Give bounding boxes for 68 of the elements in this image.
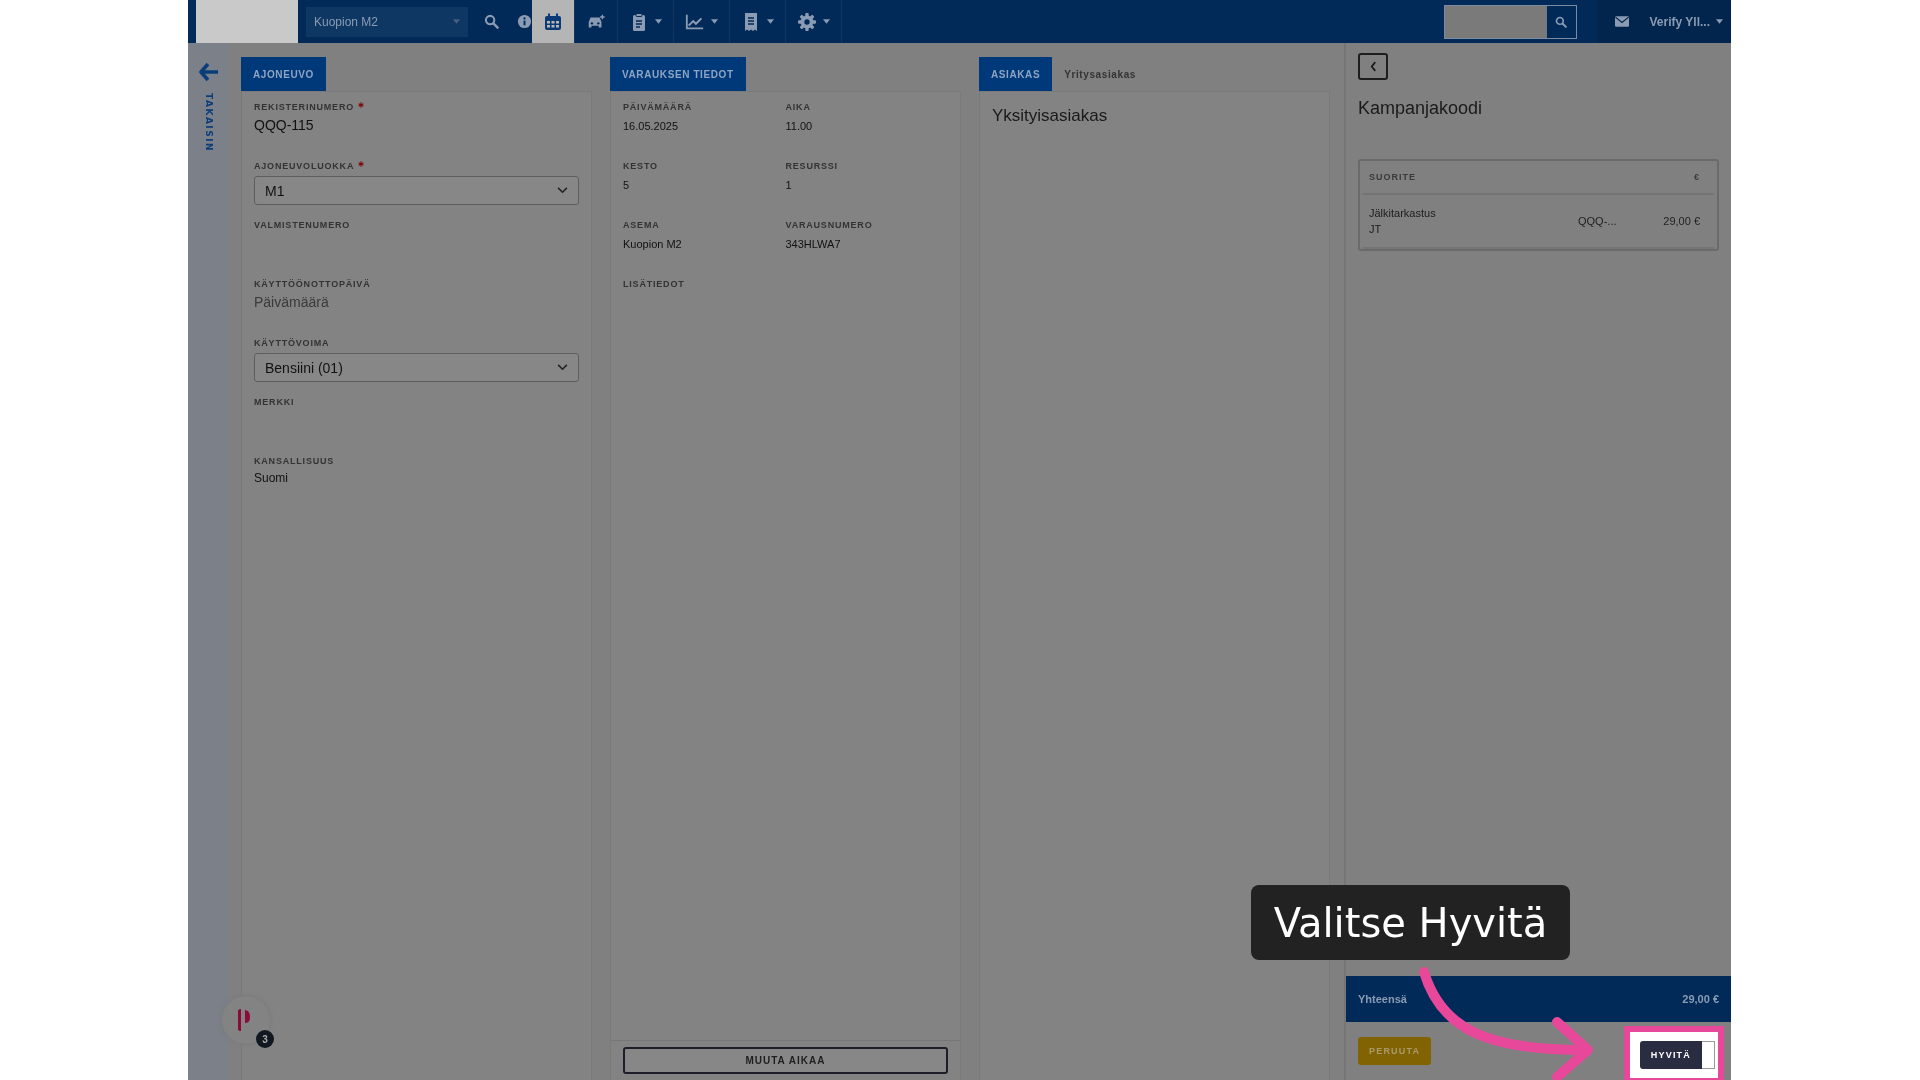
back-label[interactable]: TAKAISIN xyxy=(203,93,214,153)
field-label: KESTO xyxy=(623,161,659,171)
field-value: Kuopion M2 xyxy=(623,238,683,250)
chevron-left-icon xyxy=(1369,61,1377,72)
caret-icon xyxy=(453,19,460,24)
search-field[interactable] xyxy=(1443,4,1577,39)
section-tab[interactable]: AJONEUVO xyxy=(241,57,326,91)
user-menu[interactable]: Verify Yll... xyxy=(1649,14,1723,29)
column-header: € xyxy=(1693,172,1701,182)
field-label: KÄYTTÖVOIMA xyxy=(254,338,330,348)
table-cell-text: 29,00 € xyxy=(1662,215,1701,227)
caret-icon xyxy=(711,19,718,24)
change-time-button[interactable]: MUUTA AIKAA xyxy=(623,1047,948,1074)
customer-tab[interactable]: ASIAKAS xyxy=(979,57,1053,91)
settings-icon xyxy=(797,11,817,32)
field-label: ASEMA xyxy=(623,220,661,230)
field-value: 1 xyxy=(785,179,793,191)
column-header: SUORITE xyxy=(1368,172,1417,182)
notification-badge: 3 xyxy=(256,1030,274,1048)
table-cell-text: JT xyxy=(1369,223,1383,235)
field-label: RESURSSI xyxy=(785,161,839,171)
field-label: MERKKI xyxy=(254,397,295,407)
field-label: VARAUSNUMERO xyxy=(785,220,874,230)
table-cell-text: Jälkitarkastus xyxy=(1369,207,1437,219)
search-icon xyxy=(1555,15,1567,28)
field-label: PÄIVÄMÄÄRÄ xyxy=(623,102,693,112)
refund-button[interactable]: HYVITÄ xyxy=(1639,1041,1702,1069)
total-amount: 29,00 € xyxy=(1682,993,1719,1005)
chevron-icon xyxy=(557,364,568,371)
field-value: 343HLWA7 xyxy=(785,238,842,250)
dropdown-toggle[interactable] xyxy=(1702,1041,1715,1069)
back-button[interactable] xyxy=(1358,53,1388,80)
caret-icon xyxy=(823,19,830,24)
field-label: AJONEUVOLUOKKA xyxy=(254,161,355,171)
caret-icon xyxy=(767,19,774,24)
customer-type: Yksityisasiakas xyxy=(992,106,1109,126)
campaign-code-title: Kampanjakoodi xyxy=(1358,98,1484,119)
back-arrow-icon[interactable] xyxy=(198,63,219,81)
field-value: Suomi xyxy=(254,471,289,485)
field-label: REKISTERINUMERO xyxy=(254,102,354,112)
date-field[interactable]: Päivämäärä xyxy=(254,294,454,310)
customer-tab[interactable]: Yritysasiakas xyxy=(1052,57,1148,91)
station-select[interactable]: Kuopion M2 xyxy=(306,6,468,37)
toolbar-button[interactable] xyxy=(532,0,575,43)
field-label: KÄYTTÖÖNOTTOPÄIVÄ xyxy=(254,279,371,289)
select-field[interactable]: Bensiini (01) xyxy=(254,353,579,382)
field-label: AIKA xyxy=(785,102,812,112)
field-label: VALMISTENUMERO xyxy=(254,220,351,230)
calendar-icon xyxy=(543,11,563,32)
total-label: Yhteensä xyxy=(1358,993,1407,1005)
field-label: KANSALLISUUS xyxy=(254,456,335,466)
field-value: QQQ-115 xyxy=(254,117,315,133)
tutorial-callout: Valitse Hyvitä xyxy=(1251,885,1570,960)
field-value: 5 xyxy=(623,179,631,191)
search-icon[interactable] xyxy=(484,14,499,29)
field-value: 16.05.2025 xyxy=(623,120,680,132)
info-icon[interactable] xyxy=(517,14,532,29)
mail-icon[interactable] xyxy=(1614,16,1629,27)
field-value: 11.00 xyxy=(785,120,814,132)
required-asterisk-icon xyxy=(358,161,365,167)
required-asterisk-icon xyxy=(358,102,364,108)
caret-icon xyxy=(655,19,662,24)
chevron-icon xyxy=(557,187,568,194)
select-field[interactable]: M1 xyxy=(254,176,579,205)
field-label: LISÄTIEDOT xyxy=(623,279,686,289)
caret-icon xyxy=(1716,19,1723,24)
table-cell-text: QQQ-... xyxy=(1578,215,1618,227)
section-tab[interactable]: VARAUKSEN TIEDOT xyxy=(610,57,746,91)
